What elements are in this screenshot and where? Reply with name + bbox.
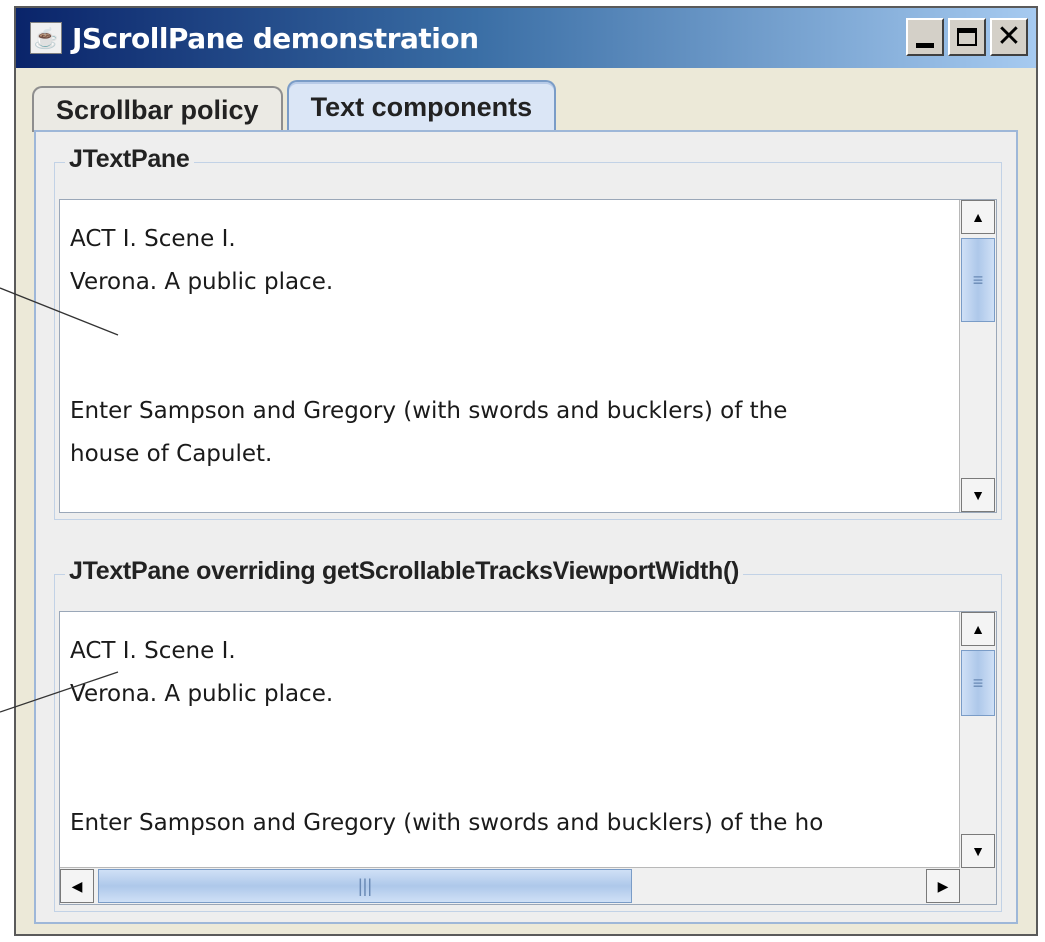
text-pane[interactable]: ACT I. Scene I. Verona. A public place. E… [70,218,787,476]
java-cup-icon: ☕ [30,22,62,54]
minimize-icon [916,42,934,48]
scroll-up-button[interactable]: ▲ [961,612,995,646]
close-icon: ✕ [996,19,1022,54]
window-title: JScrollPane demonstration [72,21,479,55]
arrow-up-icon: ▲ [971,209,985,225]
vertical-scrollbar[interactable]: ▲ ≡ ▼ [959,200,996,512]
arrow-left-icon: ◀ [71,877,83,894]
minimize-button[interactable] [906,18,944,56]
arrow-down-icon: ▼ [971,487,985,503]
thumb-grip-icon: ≡ [972,269,984,290]
text-line: Enter Sampson and Gregory (with swords a… [70,810,824,836]
thumb-grip-icon: ≡ [972,672,984,693]
tab-text-components[interactable]: Text components [286,80,557,132]
group-title: JTextPane [65,145,194,174]
scroll-corner [960,868,996,904]
vertical-scroll-thumb[interactable]: ≡ [961,238,995,322]
text-scroll-pane[interactable]: ACT I. Scene I. Verona. A public place. E… [59,199,997,513]
scroll-up-button[interactable]: ▲ [961,200,995,234]
thumb-grip-icon: ||| [357,875,373,896]
close-button[interactable]: ✕ [990,18,1028,56]
tab-content-panel: JTextPane ACT I. Scene I. Verona. A publi… [34,130,1018,924]
arrow-down-icon: ▼ [971,843,985,859]
tab-label: Scrollbar policy [56,94,259,125]
maximize-icon [957,28,977,46]
tab-scrollbar-policy[interactable]: Scrollbar policy [32,86,283,132]
group-title: JTextPane overriding getScrollableTracks… [65,557,744,586]
text-line [70,347,787,390]
tab-label: Text components [310,91,533,122]
jtextpane-override-group: JTextPane overriding getScrollableTracks… [54,557,1002,912]
text-line [70,716,823,759]
arrow-right-icon: ▶ [937,877,949,894]
text-line: Verona. A public place. [70,269,334,295]
text-line [70,304,787,347]
app-window: ☕ JScrollPane demonstration ✕ Scrollbar … [14,6,1038,936]
text-line: ACT I. Scene I. [70,226,236,252]
title-bar[interactable]: ☕ JScrollPane demonstration ✕ [16,8,1036,68]
horizontal-scroll-thumb[interactable]: ||| [98,869,632,903]
arrow-up-icon: ▲ [971,621,985,637]
text-line: Verona. A public place. [70,681,334,707]
text-line: Enter Sampson and Gregory (with swords a… [70,398,788,424]
scroll-down-button[interactable]: ▼ [961,834,995,868]
maximize-button[interactable] [948,18,986,56]
vertical-scroll-thumb[interactable]: ≡ [961,650,995,716]
scroll-right-button[interactable]: ▶ [926,869,960,903]
text-line: ACT I. Scene I. [70,638,236,664]
window-controls: ✕ [906,18,1028,56]
tab-strip: Scrollbar policy Text components [32,78,560,132]
text-pane[interactable]: ACT I. Scene I. Verona. A public place. E… [70,630,823,845]
vertical-scrollbar[interactable]: ▲ ≡ ▼ [959,612,996,868]
jtextpane-group: JTextPane ACT I. Scene I. Verona. A publi… [54,145,1002,520]
horizontal-scrollbar[interactable]: ◀ ||| ▶ [60,867,960,904]
text-line [70,759,823,802]
text-scroll-pane-no-wrap[interactable]: ACT I. Scene I. Verona. A public place. E… [59,611,997,905]
scroll-left-button[interactable]: ◀ [60,869,94,903]
text-line: house of Capulet. [70,441,273,467]
scroll-down-button[interactable]: ▼ [961,478,995,512]
